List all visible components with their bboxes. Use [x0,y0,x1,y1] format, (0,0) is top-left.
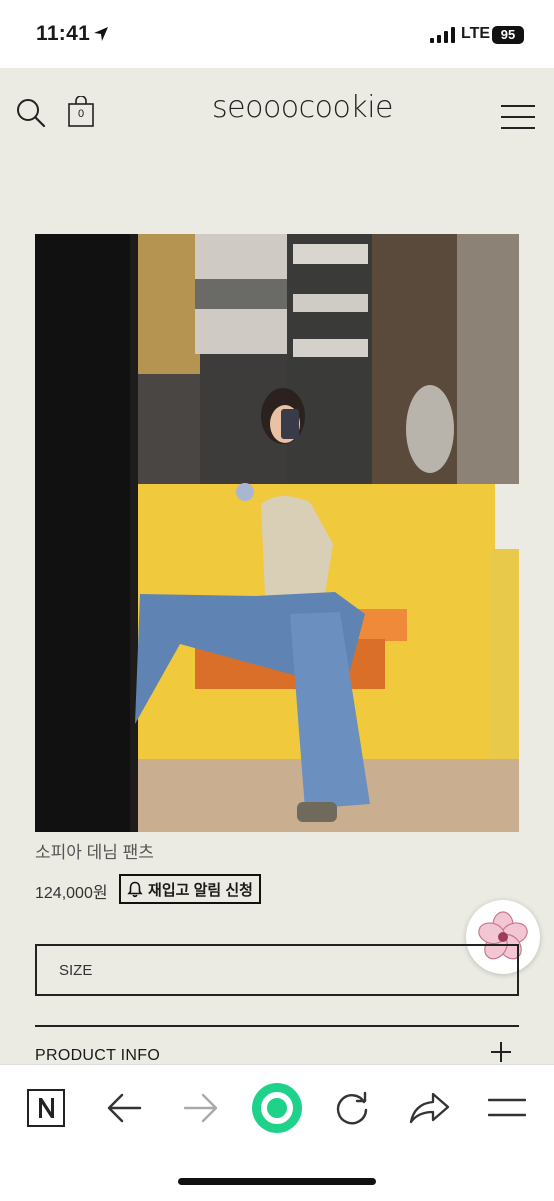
cart-icon[interactable]: 0 [68,95,98,128]
status-time: 11:41 [36,22,91,45]
product-price: 124,000원 [35,885,108,902]
battery-indicator: 95 [492,26,524,44]
naver-n-icon[interactable] [27,1089,65,1127]
network-label: LTE [461,25,491,42]
refresh-icon[interactable] [333,1089,371,1127]
green-circle-icon[interactable] [251,1082,303,1134]
home-indicator[interactable] [178,1178,376,1185]
product-name: 소피아 데님 팬츠 [35,843,154,862]
browser-menu-icon[interactable] [488,1098,526,1118]
search-icon[interactable] [16,98,46,128]
product-info-toggle[interactable]: PRODUCT INFO [35,1047,160,1065]
restock-alert-button[interactable]: 재입고 알림 신청 [119,874,261,904]
bell-icon [127,881,143,897]
signal-icon [430,27,455,43]
share-icon[interactable] [409,1091,451,1125]
site-logo[interactable]: seooocookie [212,90,394,125]
forward-arrow-icon[interactable] [183,1092,219,1124]
status-bar: 11:41 LTE 95 [0,0,554,68]
plus-icon[interactable] [490,1041,512,1063]
divider [35,1025,519,1027]
restock-button-label: 재입고 알림 신청 [148,881,253,899]
product-image[interactable] [35,234,519,832]
location-arrow-icon [94,27,108,41]
back-arrow-icon[interactable] [106,1092,142,1124]
menu-icon[interactable] [500,104,536,130]
size-select[interactable]: SIZE [35,944,519,996]
cart-count: 0 [77,108,85,120]
